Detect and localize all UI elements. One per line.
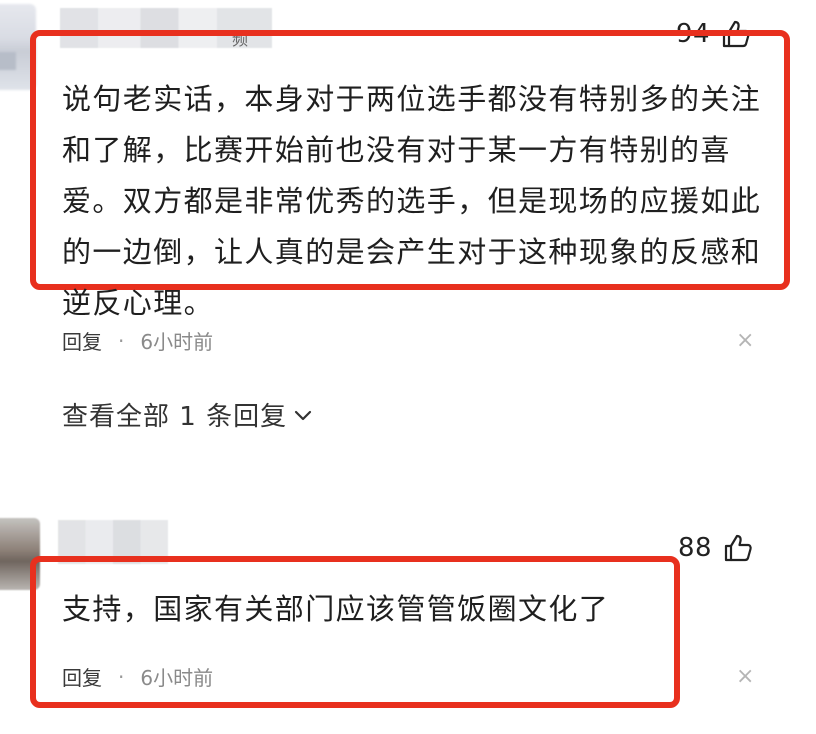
like-group[interactable]: 88 <box>678 532 754 564</box>
timestamp: 6小时前 <box>140 666 214 690</box>
close-icon[interactable]: × <box>736 664 754 689</box>
view-replies-label: 查看全部 1 条回复 <box>62 402 288 432</box>
reply-button[interactable]: 回复 <box>62 662 102 691</box>
comment-line: 的一边倒，让人真的是会产生对于这种现象的反感和 <box>62 235 762 269</box>
comment-text: 支持，国家有关部门应该管管饭圈文化了 <box>62 592 610 626</box>
thumbs-up-icon[interactable] <box>722 532 754 564</box>
comment-meta: 回复 · 6小时前 <box>62 662 213 691</box>
comment-line: 逆反心理。 <box>62 286 215 318</box>
chevron-down-icon <box>294 410 312 420</box>
comment-line: 说句老实话，本身对于两位选手都没有特别多的关注 <box>62 82 762 116</box>
timestamp: 6小时前 <box>140 330 214 354</box>
separator-dot: · <box>118 664 125 689</box>
like-count: 88 <box>678 533 713 563</box>
view-replies-button[interactable]: 查看全部 1 条回复 <box>62 396 313 433</box>
comment-line: 爱。双方都是非常优秀的选手，但是现场的应援如此 <box>62 184 762 218</box>
comment-meta: 回复 · 6小时前 <box>62 326 213 355</box>
comment-text: 说句老实话，本身对于两位选手都没有特别多的关注 和了解，比赛开始前也没有对于某一… <box>62 74 778 318</box>
reply-button[interactable]: 回复 <box>62 326 102 355</box>
comment-line: 和了解，比赛开始前也没有对于某一方有特别的喜 <box>62 133 731 167</box>
separator-dot: · <box>118 328 125 353</box>
close-icon[interactable]: × <box>736 328 754 353</box>
